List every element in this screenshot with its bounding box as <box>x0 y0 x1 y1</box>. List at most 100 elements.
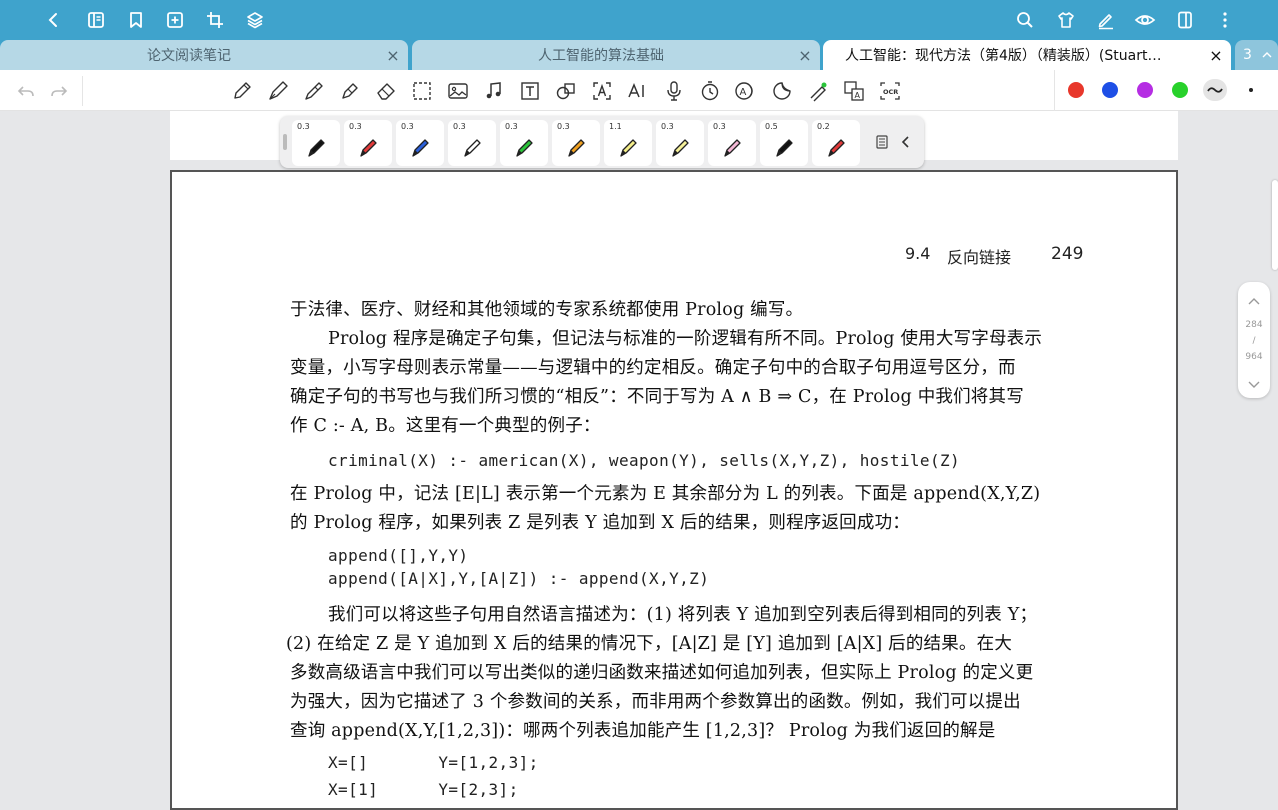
ocr-icon[interactable]: OCR <box>878 79 902 103</box>
tab-close-icon[interactable]: × <box>1201 46 1231 65</box>
audio-recorder-icon[interactable]: A <box>734 79 758 103</box>
svg-text:OCR: OCR <box>883 88 898 96</box>
tab-close-icon[interactable]: × <box>378 46 408 65</box>
page-down-icon[interactable] <box>1246 376 1262 395</box>
pen-preset[interactable]: 0.3 <box>292 120 340 166</box>
color-swatch-red[interactable] <box>1068 82 1084 98</box>
text-line: 确定子句的书写也与我们所习惯的“相反”：不同于写为 A ∧ B ⇒ C，在 Pr… <box>290 387 1024 407</box>
pen-preset[interactable]: 0.3 <box>656 120 704 166</box>
stroke-style-icon[interactable] <box>1203 79 1227 101</box>
drag-handle[interactable] <box>283 134 287 150</box>
text-line: 于法律、医疗、财经和其他领域的专家系统都使用 Prolog 编写。 <box>290 300 804 320</box>
text-line: 为强大，因为它描述了 3 个参数间的关系，而非用两个参数算出的函数。例如，我们可… <box>290 692 1021 712</box>
pen-preset[interactable]: 0.5 <box>760 120 808 166</box>
text-line: 作 C :- A, B。这里有一个典型的例子： <box>290 416 601 436</box>
translate-icon[interactable]: A <box>842 79 866 103</box>
text-line: 在 Prolog 中，记法 [E|L] 表示第一个元素为 E 其余部分为 L 的… <box>290 484 1041 504</box>
undo-icon[interactable] <box>14 79 38 103</box>
add-page-icon[interactable] <box>163 8 187 32</box>
lasso-select-icon[interactable] <box>410 79 434 103</box>
pen-size-label: 0.3 <box>505 122 518 131</box>
pen-preset[interactable]: 0.3 <box>500 120 548 166</box>
tool-bar: A A OCR <box>0 70 1278 111</box>
text-line: Prolog 程序是确定子句集，但记法与标准的一阶逻辑有所不同。Prolog 使… <box>328 329 1043 349</box>
pen-icon <box>360 139 377 157</box>
text-line: (2) 在给定 Z 是 Y 追加到 X 后的结果的情况下，[A|Z] 是 [Y]… <box>286 634 1013 654</box>
text-recognition-icon[interactable] <box>590 79 614 103</box>
ballpoint-pen-icon[interactable] <box>302 79 326 103</box>
tab-paper-notes[interactable]: 论文阅读笔记 × <box>0 40 408 70</box>
pen-icon <box>568 139 585 157</box>
pen-size-label: 0.3 <box>349 122 362 131</box>
more-dot-icon[interactable] <box>1249 88 1253 92</box>
page-scroller[interactable]: 284 / 964 <box>1238 282 1270 398</box>
image-icon[interactable] <box>446 79 470 103</box>
text-box-icon[interactable] <box>518 79 542 103</box>
pen-preset[interactable]: 0.3 <box>448 120 496 166</box>
total-pages: 964 <box>1245 352 1263 362</box>
page-separator: / <box>1252 336 1256 346</box>
tab-label: 论文阅读笔记 <box>147 48 231 64</box>
back-icon[interactable] <box>42 8 66 32</box>
bookmark-icon[interactable] <box>124 8 148 32</box>
color-swatch-blue[interactable] <box>1102 82 1118 98</box>
tab-ai-modern-approach[interactable]: 人工智能：现代方法（第4版）（精装版）(Stuart… × <box>823 40 1231 70</box>
pencil-icon[interactable] <box>230 79 254 103</box>
eye-icon[interactable] <box>1133 8 1157 32</box>
layers-icon[interactable] <box>243 8 267 32</box>
pen-size-label: 0.3 <box>297 122 310 131</box>
more-vertical-icon[interactable] <box>1213 8 1237 32</box>
pen-preset[interactable]: 0.2 <box>812 120 860 166</box>
tab-ai-algorithms[interactable]: 人工智能的算法基础 × <box>412 40 820 70</box>
pen-size-label: 0.3 <box>453 122 466 131</box>
fountain-pen-icon[interactable] <box>266 79 290 103</box>
code-line: append([A|X],Y,[A|Z]) :- append(X,Y,Z) <box>328 569 710 588</box>
redo-icon[interactable] <box>47 79 71 103</box>
section-number: 9.4 <box>905 244 931 263</box>
split-view-icon[interactable] <box>1173 8 1197 32</box>
tab-close-icon[interactable]: × <box>790 46 820 65</box>
pen-icon <box>672 139 689 157</box>
theme-shirt-icon[interactable] <box>1054 8 1078 32</box>
tab-overflow-count[interactable]: 3 <box>1235 40 1278 70</box>
music-note-icon[interactable] <box>482 79 506 103</box>
code-line: X=[] Y=[1,2,3]; <box>328 753 539 772</box>
code-line: append([],Y,Y) <box>328 546 469 565</box>
top-bar <box>0 0 1278 40</box>
color-swatch-purple[interactable] <box>1137 82 1153 98</box>
scroll-thumb[interactable] <box>1272 180 1278 270</box>
tab-count: 3 <box>1243 47 1252 63</box>
pen-presets-menu-icon[interactable] <box>874 134 890 150</box>
pen-icon <box>412 139 429 157</box>
highlighter-icon[interactable] <box>338 79 362 103</box>
tab-label: 人工智能的算法基础 <box>538 48 664 64</box>
shapes-icon[interactable] <box>554 79 578 103</box>
pen-icon <box>620 139 637 157</box>
pen-edit-icon[interactable] <box>1094 8 1118 32</box>
pen-size-label: 0.3 <box>401 122 414 131</box>
pen-preset[interactable]: 1.1 <box>604 120 652 166</box>
search-icon[interactable] <box>1013 8 1037 32</box>
pen-icon <box>464 139 481 157</box>
eraser-icon[interactable] <box>374 79 398 103</box>
pen-preset[interactable]: 0.3 <box>708 120 756 166</box>
text-line: 的 Prolog 程序，如果列表 Z 是列表 Y 追加到 X 后的结果，则程序返… <box>290 513 910 533</box>
pen-icon <box>776 139 793 157</box>
crop-icon[interactable] <box>203 8 227 32</box>
color-swatch-green[interactable] <box>1172 82 1188 98</box>
microphone-icon[interactable] <box>662 79 686 103</box>
pen-preset[interactable]: 0.3 <box>552 120 600 166</box>
pen-preset[interactable]: 0.3 <box>344 120 392 166</box>
pen-icon <box>828 139 845 157</box>
pen-size-label: 1.1 <box>609 122 622 131</box>
pen-size-label: 0.5 <box>765 122 778 131</box>
text-line: 变量，小写字母则表示常量——与逻辑中的约定相反。确定子句中的合取子句用逗号区分，… <box>290 358 1016 378</box>
sticker-icon[interactable] <box>770 79 794 103</box>
ai-icon[interactable] <box>626 79 650 103</box>
timer-icon[interactable] <box>698 79 722 103</box>
collapse-presets-icon[interactable] <box>898 134 914 150</box>
page-up-icon[interactable] <box>1246 292 1262 311</box>
laser-pointer-icon[interactable] <box>806 79 830 103</box>
pen-preset[interactable]: 0.3 <box>396 120 444 166</box>
notebook-icon[interactable] <box>84 8 108 32</box>
